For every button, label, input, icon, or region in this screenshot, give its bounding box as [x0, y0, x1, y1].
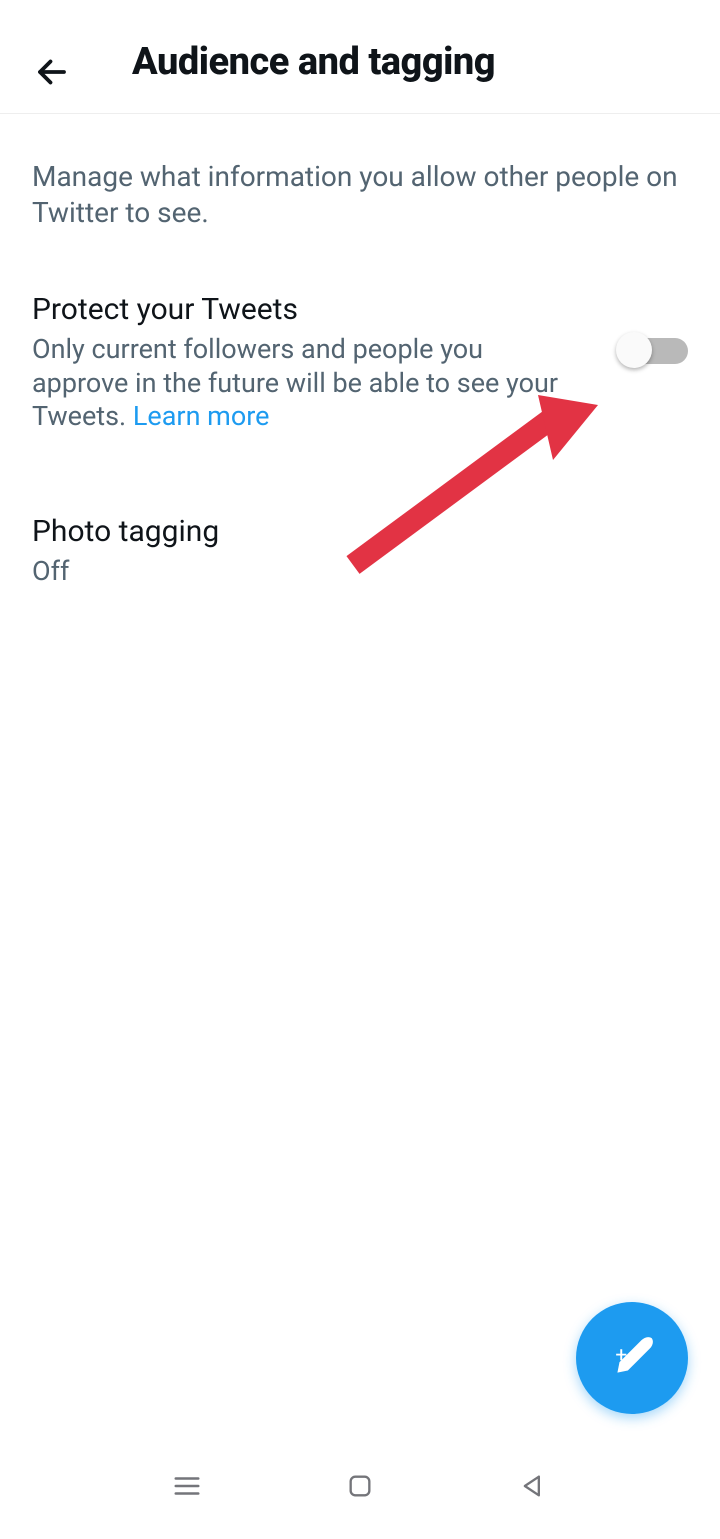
protect-tweets-setting[interactable]: Protect your Tweets Only current followe… [0, 262, 720, 464]
photo-tagging-title: Photo tagging [32, 514, 688, 549]
back-icon[interactable] [32, 52, 72, 92]
page-description: Manage what information you allow other … [0, 114, 720, 262]
page-title: Audience and tagging [132, 40, 495, 84]
protect-tweets-title: Protect your Tweets [32, 292, 586, 327]
protect-tweets-desc-text: Only current followers and people you ap… [32, 333, 558, 433]
protect-tweets-toggle[interactable] [616, 332, 688, 370]
toggle-thumb [616, 332, 652, 368]
back-nav-icon[interactable] [515, 1468, 551, 1504]
system-nav-bar [0, 1461, 720, 1511]
page-header: Audience and tagging [0, 0, 720, 114]
compose-tweet-button[interactable]: + [576, 1302, 688, 1414]
protect-tweets-description: Only current followers and people you ap… [32, 333, 586, 434]
menu-nav-icon[interactable] [169, 1468, 205, 1504]
protect-tweets-content: Protect your Tweets Only current followe… [32, 292, 616, 434]
learn-more-link[interactable]: Learn more [133, 400, 270, 432]
home-nav-icon[interactable] [342, 1468, 378, 1504]
photo-tagging-setting[interactable]: Photo tagging Off [0, 484, 720, 619]
photo-tagging-status: Off [32, 555, 688, 589]
feather-plus-icon: + [607, 1333, 657, 1383]
